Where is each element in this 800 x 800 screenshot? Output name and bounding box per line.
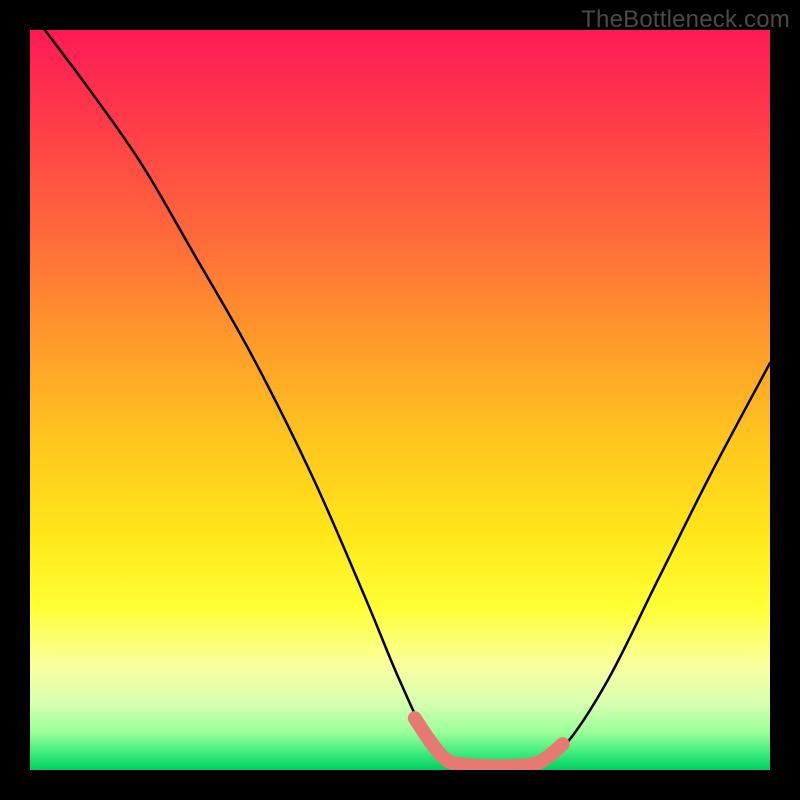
- optimal-range-marker: [415, 718, 563, 766]
- bottleneck-curve: [45, 30, 770, 767]
- bottleneck-chart-svg: [30, 30, 770, 770]
- chart-background-gradient: [30, 30, 770, 770]
- chart-frame: TheBottleneck.com: [0, 0, 800, 800]
- watermark-text: TheBottleneck.com: [581, 6, 790, 34]
